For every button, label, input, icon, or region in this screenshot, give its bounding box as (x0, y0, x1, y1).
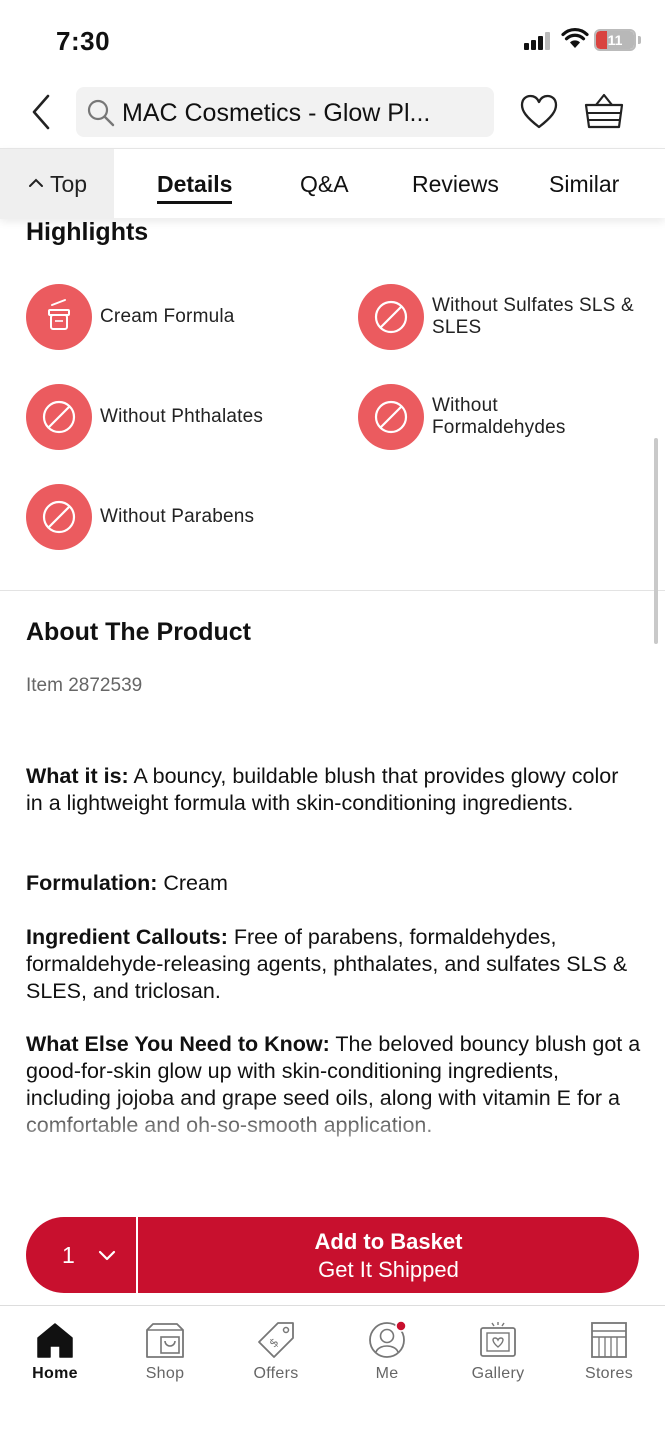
prohibited-icon (374, 400, 408, 434)
gallery-icon (480, 1322, 516, 1357)
user-profile-icon (369, 1320, 407, 1358)
prohibited-icon (42, 500, 76, 534)
wifi-icon (561, 27, 589, 48)
section-divider (0, 590, 665, 591)
nav-shop[interactable]: Shop (110, 1306, 220, 1406)
nav-label: Shop (145, 1365, 185, 1382)
header: MAC Cosmetics - Glow Pl... (0, 80, 665, 148)
description-heading: Formulation: (26, 871, 158, 895)
nav-home[interactable]: Home (0, 1306, 110, 1406)
highlights-heading: Highlights (26, 218, 149, 246)
nav-label: Offers (253, 1365, 299, 1382)
cellular-signal-icon (524, 30, 552, 50)
description-heading: What Else You Need to Know: (26, 1032, 330, 1056)
nav-label: Me (375, 1365, 399, 1382)
highlight-item: Without Parabens (26, 484, 326, 550)
shipping-option[interactable]: Get It Shipped (138, 1257, 639, 1283)
tab-details[interactable]: Details (157, 171, 233, 204)
highlight-label: Cream Formula (100, 306, 235, 327)
about-heading: About The Product (26, 618, 251, 646)
heart-icon[interactable] (520, 94, 558, 130)
nav-me[interactable]: Me (332, 1306, 442, 1406)
tab-qa[interactable]: Q&A (300, 171, 349, 198)
home-icon (37, 1323, 73, 1358)
prohibited-icon (374, 300, 408, 334)
highlight-item: Cream Formula (26, 284, 326, 350)
item-number: Item 2872539 (26, 675, 143, 696)
svg-text:$: $ (266, 1335, 281, 1350)
nav-label: Gallery (471, 1365, 525, 1382)
shopping-bag-icon (146, 1323, 184, 1358)
highlight-item: Without Formaldehydes (358, 384, 648, 450)
status-time: 7:30 (56, 26, 111, 56)
highlight-label: Without Phthalates (100, 406, 264, 427)
highlight-item: Without Phthalates (26, 384, 326, 450)
description-text: Cream (157, 871, 228, 895)
description-heading: What it is: (26, 764, 129, 788)
quantity-dropdown[interactable]: 1 (26, 1217, 138, 1293)
nav-offers[interactable]: $ Offers (221, 1306, 331, 1406)
content-fade (0, 1100, 665, 1180)
prohibited-icon (42, 400, 76, 434)
back-arrow-icon[interactable] (24, 92, 60, 132)
chevron-down-icon (98, 1250, 116, 1261)
scrollbar[interactable] (654, 438, 658, 644)
basket-icon[interactable] (584, 92, 624, 130)
highlight-label: Without Parabens (100, 506, 255, 527)
highlight-label: Without Formaldehydes (432, 395, 566, 438)
description-formulation: Formulation: Cream (26, 870, 641, 897)
price-tag-icon: $ (258, 1322, 294, 1358)
cream-jar-icon (48, 299, 70, 330)
search-bar[interactable]: MAC Cosmetics - Glow Pl... (76, 87, 494, 137)
nav-stores[interactable]: Stores (554, 1306, 664, 1406)
description-ingredient-callouts: Ingredient Callouts: Free of parabens, f… (26, 924, 641, 1005)
bottom-navigation: Home Shop $ Offers Me Gallery Stores (0, 1305, 665, 1440)
chevron-up-icon (29, 178, 43, 187)
nav-label: Home (32, 1365, 78, 1382)
description-heading: Ingredient Callouts: (26, 925, 228, 949)
quantity-value: 1 (62, 1242, 75, 1268)
section-tabs: Top Details Q&A Reviews Similar (0, 148, 665, 219)
nav-label: Stores (584, 1365, 634, 1382)
nav-gallery[interactable]: Gallery (443, 1306, 553, 1406)
highlight-label: Without Sulfates SLS & SLES (432, 295, 634, 338)
search-icon (87, 99, 115, 127)
description-what-it-is: What it is: A bouncy, buildable blush th… (26, 763, 641, 817)
scroll-to-top-button[interactable]: Top (0, 149, 114, 219)
search-text: MAC Cosmetics - Glow Pl... (122, 99, 431, 127)
top-label: Top (50, 171, 88, 197)
battery-level: 11 (607, 32, 623, 48)
tab-reviews[interactable]: Reviews (412, 171, 499, 198)
add-to-basket-bar: 1 Add to Basket Get It Shipped (26, 1217, 639, 1293)
battery-icon: 11 (594, 29, 636, 51)
storefront-icon (591, 1322, 627, 1358)
highlight-item: Without Sulfates SLS & SLES (358, 284, 648, 350)
tab-similar[interactable]: Similar (549, 171, 619, 198)
status-bar: 7:30 11 (0, 0, 665, 80)
add-to-basket-button[interactable]: Add to Basket (138, 1229, 639, 1255)
